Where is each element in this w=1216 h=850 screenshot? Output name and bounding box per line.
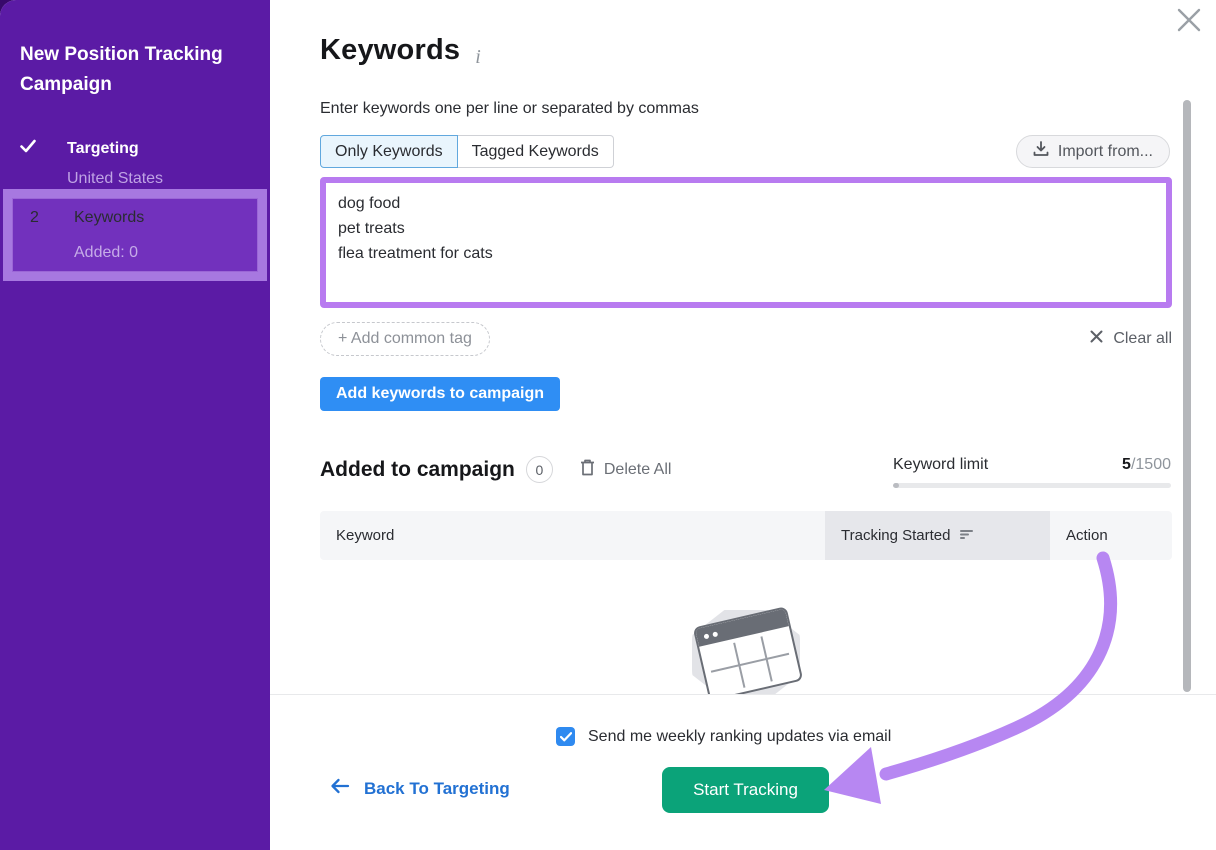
step-keywords-count: Added: 0 [74,244,257,271]
keywords-instruction: Enter keywords one per line or separated… [320,100,699,118]
arrow-left-icon [330,778,350,799]
trash-icon [580,459,595,481]
keyword-limit-progressbar [893,483,1171,488]
keyword-limit-progress-fill [893,483,899,488]
column-action: Action [1050,511,1172,560]
keyword-limit-label: Keyword limit [893,456,988,474]
delete-all-button[interactable]: Delete All [580,459,672,481]
add-keywords-button[interactable]: Add keywords to campaign [320,377,560,411]
sort-descending-icon [960,527,974,544]
import-from-button[interactable]: Import from... [1016,135,1170,168]
empty-table-illustration [692,606,802,702]
campaign-title: New Position Tracking Campaign [0,0,270,100]
close-icon[interactable] [1176,7,1202,33]
add-common-tag-button[interactable]: + Add common tag [320,322,490,356]
added-count-badge: 0 [526,456,553,483]
tab-only-keywords-label: Only Keywords [335,143,443,161]
step-keywords-label: Keywords [74,209,257,236]
import-from-label: Import from... [1058,143,1153,161]
keywords-table-header: Keyword Tracking Started Action [320,511,1172,560]
new-campaign-modal: New Position Tracking Campaign Targeting… [0,0,1216,850]
browser-window-icon [693,606,804,702]
start-tracking-button[interactable]: Start Tracking [662,767,829,813]
step-number: 2 [30,209,74,236]
tab-tagged-keywords-label: Tagged Keywords [472,143,599,161]
column-tracking-started-label: Tracking Started [841,527,951,544]
email-updates-label: Send me weekly ranking updates via email [588,728,891,746]
keyword-type-tabs: Only Keywords Tagged Keywords [320,135,614,168]
check-icon [20,138,67,160]
keyword-limit: Keyword limit 5/1500 [893,456,1171,488]
main-content: Keywords i Enter keywords one per line o… [270,0,1216,850]
info-icon[interactable]: i [475,46,481,69]
back-to-targeting-link[interactable]: Back To Targeting [330,778,510,799]
modal-footer: Send me weekly ranking updates via email… [270,694,1216,850]
sidebar-item-keywords-highlight: 2 Keywords Added: 0 [3,189,267,281]
step-targeting-label: Targeting [67,138,270,160]
clear-all-label: Clear all [1113,330,1172,348]
sidebar-item-keywords[interactable]: 2 Keywords Added: 0 [12,198,258,272]
page-title: Keywords [320,34,460,67]
x-icon [1090,330,1103,348]
back-to-targeting-label: Back To Targeting [364,779,510,799]
column-tracking-started[interactable]: Tracking Started [825,511,1050,560]
delete-all-label: Delete All [604,461,672,479]
scrollbar[interactable] [1183,100,1191,692]
added-to-campaign-heading: Added to campaign [320,458,515,482]
download-icon [1033,141,1049,162]
step-targeting-value: United States [67,168,270,190]
checkmark-icon [560,732,572,742]
tab-tagged-keywords[interactable]: Tagged Keywords [458,135,614,168]
sidebar: New Position Tracking Campaign Targeting… [0,0,270,850]
keyword-limit-used: 5 [1122,456,1131,473]
keywords-input[interactable]: dog food pet treats flea treatment for c… [320,177,1172,308]
email-updates-checkbox[interactable] [556,727,575,746]
column-keyword: Keyword [320,511,825,560]
clear-all-button[interactable]: Clear all [1090,330,1172,348]
sidebar-item-targeting[interactable]: Targeting United States [0,138,270,190]
tab-only-keywords[interactable]: Only Keywords [320,135,458,168]
keyword-limit-total: /1500 [1131,456,1171,473]
